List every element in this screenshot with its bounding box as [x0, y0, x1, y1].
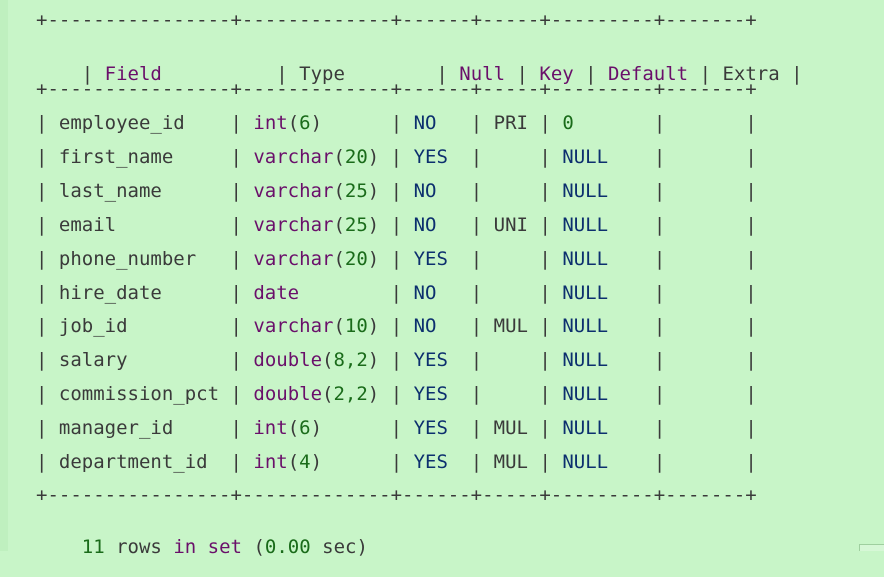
- table-row: | department_id | int(4) | YES | MUL | N…: [36, 451, 757, 473]
- cell-null: YES: [413, 146, 448, 168]
- cell-type-name: date: [253, 282, 300, 304]
- terminal-left-edge: [0, 0, 8, 551]
- cell-field: salary: [58, 349, 128, 371]
- cell-default: NULL: [562, 349, 609, 371]
- cell-type-name: varchar: [253, 248, 334, 270]
- cell-key: MUL: [493, 417, 528, 439]
- cell-default: NULL: [562, 248, 609, 270]
- cell-default: NULL: [562, 451, 609, 473]
- cell-field: department_id: [58, 451, 208, 473]
- cell-field: first_name: [58, 146, 174, 168]
- summary-word-in: in: [173, 536, 197, 558]
- cell-type-name: int: [253, 417, 288, 439]
- table-row: | job_id | varchar(10) | NO | MUL | NULL…: [36, 315, 757, 337]
- cell-default: NULL: [562, 417, 609, 439]
- cell-default: NULL: [562, 146, 609, 168]
- table-row: | last_name | varchar(25) | NO | | NULL …: [36, 180, 757, 202]
- cell-type-args: 6: [299, 417, 311, 439]
- cell-field: email: [58, 214, 117, 236]
- table-border-bottom: +----------------+-------------+------+-…: [36, 484, 757, 506]
- time-unit: sec: [322, 536, 357, 558]
- cell-null: NO: [413, 315, 437, 337]
- query-time: 0.00: [264, 536, 311, 558]
- cell-null: YES: [413, 248, 448, 270]
- table-row: | commission_pct | double(2,2) | YES | |…: [36, 383, 757, 405]
- cell-type-name: double: [253, 383, 323, 405]
- cell-type-name: varchar: [253, 180, 334, 202]
- cell-field: phone_number: [58, 248, 197, 270]
- cell-null: NO: [413, 180, 437, 202]
- cell-type-name: varchar: [253, 214, 334, 236]
- result-summary: 11 rows in set (0.00 sec): [81, 536, 368, 558]
- cell-field: hire_date: [58, 282, 162, 304]
- cell-type-args: 20: [344, 146, 368, 168]
- cell-type-args: 25: [344, 180, 368, 202]
- cell-type-name: varchar: [253, 146, 334, 168]
- cell-field: manager_id: [58, 417, 174, 439]
- terminal-output: +----------------+-------------+------+-…: [0, 0, 884, 558]
- table-header-row: | Field | Type | Null | Key | Default | …: [81, 63, 803, 85]
- cell-type-args: 2,2: [333, 383, 368, 405]
- cell-key: MUL: [493, 315, 528, 337]
- cell-type-args: 10: [344, 315, 368, 337]
- cell-field: employee_id: [58, 112, 185, 134]
- cell-default: NULL: [562, 383, 609, 405]
- cell-default: NULL: [562, 214, 609, 236]
- cell-key: PRI: [493, 112, 528, 134]
- table-row: | employee_id | int(6) | NO | PRI | 0 | …: [36, 112, 757, 134]
- cell-null: YES: [413, 383, 448, 405]
- cell-default: NULL: [562, 282, 609, 304]
- cell-type-name: double: [253, 349, 323, 371]
- cell-null: NO: [413, 112, 437, 134]
- cell-default: NULL: [562, 315, 609, 337]
- cell-field: commission_pct: [58, 383, 220, 405]
- cell-type-args: 25: [344, 214, 368, 236]
- table-border-top: +----------------+-------------+------+-…: [36, 9, 757, 31]
- table-row: | manager_id | int(6) | YES | MUL | NULL…: [36, 417, 757, 439]
- cell-type-args: 20: [344, 248, 368, 270]
- cell-field: job_id: [58, 315, 128, 337]
- table-row: | first_name | varchar(20) | YES | | NUL…: [36, 146, 757, 168]
- summary-word-set: set: [207, 536, 242, 558]
- cell-type-args: 6: [299, 112, 311, 134]
- table-border-header: +----------------+-------------+------+-…: [36, 78, 757, 100]
- table-row: | email | varchar(25) | NO | UNI | NULL …: [36, 214, 757, 236]
- cell-null: NO: [413, 214, 437, 236]
- cell-null: NO: [413, 282, 437, 304]
- cell-type-name: int: [253, 112, 288, 134]
- cell-key: MUL: [493, 451, 528, 473]
- cell-null: YES: [413, 349, 448, 371]
- cell-default: 0: [562, 112, 574, 134]
- cell-field: last_name: [58, 180, 162, 202]
- summary-word-rows: rows: [116, 536, 162, 558]
- window-resize-corner[interactable]: [859, 544, 884, 551]
- cell-default: NULL: [562, 180, 609, 202]
- cell-type-name: varchar: [253, 315, 334, 337]
- cell-null: YES: [413, 417, 448, 439]
- cell-type-name: int: [253, 451, 288, 473]
- table-row: | phone_number | varchar(20) | YES | | N…: [36, 248, 757, 270]
- cell-type-args: 8,2: [333, 349, 368, 371]
- row-count: 11: [81, 536, 105, 558]
- cell-type-args: 4: [299, 451, 311, 473]
- table-row: | hire_date | date | NO | | NULL | |: [36, 282, 757, 304]
- cell-key: UNI: [493, 214, 528, 236]
- table-row: | salary | double(8,2) | YES | | NULL | …: [36, 349, 757, 371]
- cell-null: YES: [413, 451, 448, 473]
